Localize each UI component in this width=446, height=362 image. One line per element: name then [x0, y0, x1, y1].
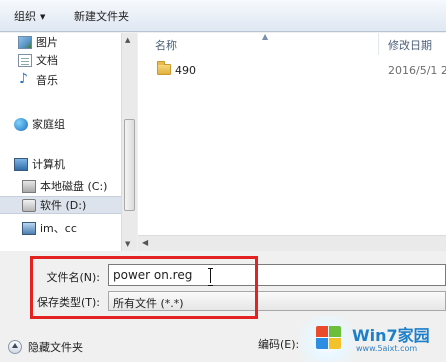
local-disk-icon — [22, 179, 36, 193]
hide-folders-toggle[interactable]: 隐藏文件夹 — [8, 339, 83, 355]
toolbar: 组织 ▼ 新建文件夹 — [0, 0, 446, 32]
scroll-down-icon[interactable]: ▼ — [125, 240, 130, 248]
file-date-modified: 2016/5/1 2 — [388, 64, 446, 77]
column-header-date-modified[interactable]: 修改日期 — [388, 37, 432, 53]
nav-item-pictures[interactable]: 图片 — [18, 33, 58, 51]
organize-button[interactable]: 组织 ▼ — [14, 8, 45, 24]
homegroup-icon — [14, 117, 28, 131]
nav-item-music[interactable]: 音乐 — [18, 71, 58, 89]
navigation-pane: 图片 文档 音乐 家庭组 计算机 本地磁盘 (C:) 软件 (D:) im、cc — [0, 33, 121, 251]
documents-icon — [18, 53, 32, 67]
column-divider[interactable] — [378, 33, 379, 55]
file-list: ▲ 名称 修改日期 490 2016/5/1 2 — [138, 32, 446, 235]
encoding-label: 编码(E): — [258, 338, 300, 351]
nav-item-documents[interactable]: 文档 — [18, 51, 58, 69]
scrollbar-thumb[interactable] — [124, 119, 135, 211]
file-row-490[interactable]: 490 2016/5/1 2 — [138, 59, 446, 81]
nav-item-label: im、cc — [40, 222, 77, 235]
nav-item-homegroup[interactable]: 家庭组 — [14, 115, 65, 133]
nav-item-label: 文档 — [36, 54, 58, 67]
chevron-down-icon: ▼ — [40, 13, 46, 21]
nav-item-local-disk-c[interactable]: 本地磁盘 (C:) — [22, 177, 107, 195]
column-header-bar: ▲ 名称 修改日期 — [138, 32, 446, 55]
file-name: 490 — [175, 64, 196, 77]
highlight-annotation-box — [30, 256, 258, 319]
nav-item-label: 音乐 — [36, 74, 58, 87]
watermark: Win7家园 www.5aixt.com — [296, 316, 446, 362]
nav-item-network-drive[interactable]: im、cc — [22, 219, 77, 237]
watermark-url: www.5aixt.com — [356, 344, 418, 353]
music-icon — [18, 71, 32, 87]
new-folder-button[interactable]: 新建文件夹 — [74, 8, 129, 24]
nav-item-label: 家庭组 — [32, 118, 65, 131]
nav-item-label: 软件 (D:) — [40, 199, 87, 212]
scroll-up-icon[interactable]: ▲ — [125, 36, 130, 44]
scroll-left-icon[interactable]: ◀ — [142, 238, 148, 247]
computer-icon — [14, 157, 28, 171]
folder-icon — [157, 61, 171, 75]
pictures-icon — [18, 35, 32, 49]
hide-folders-label: 隐藏文件夹 — [28, 341, 83, 354]
drive-icon — [22, 198, 36, 212]
watermark-title: Win7家园 — [352, 326, 430, 345]
sort-ascending-icon: ▲ — [262, 32, 269, 41]
nav-item-label: 计算机 — [32, 158, 65, 171]
nav-item-label: 图片 — [36, 36, 58, 49]
nav-item-software-d[interactable]: 软件 (D:) — [0, 196, 121, 214]
nav-item-computer[interactable]: 计算机 — [14, 155, 65, 173]
network-drive-icon — [22, 221, 36, 235]
nav-vertical-scrollbar[interactable]: ▲ ▼ — [121, 33, 137, 251]
collapse-arrow-icon — [8, 340, 22, 354]
windows-logo-icon — [316, 326, 342, 350]
column-header-name[interactable]: 名称 — [155, 37, 177, 53]
nav-item-label: 本地磁盘 (C:) — [40, 180, 108, 193]
organize-label: 组织 — [14, 10, 36, 23]
file-list-horizontal-scrollbar[interactable]: ◀ — [138, 235, 446, 251]
